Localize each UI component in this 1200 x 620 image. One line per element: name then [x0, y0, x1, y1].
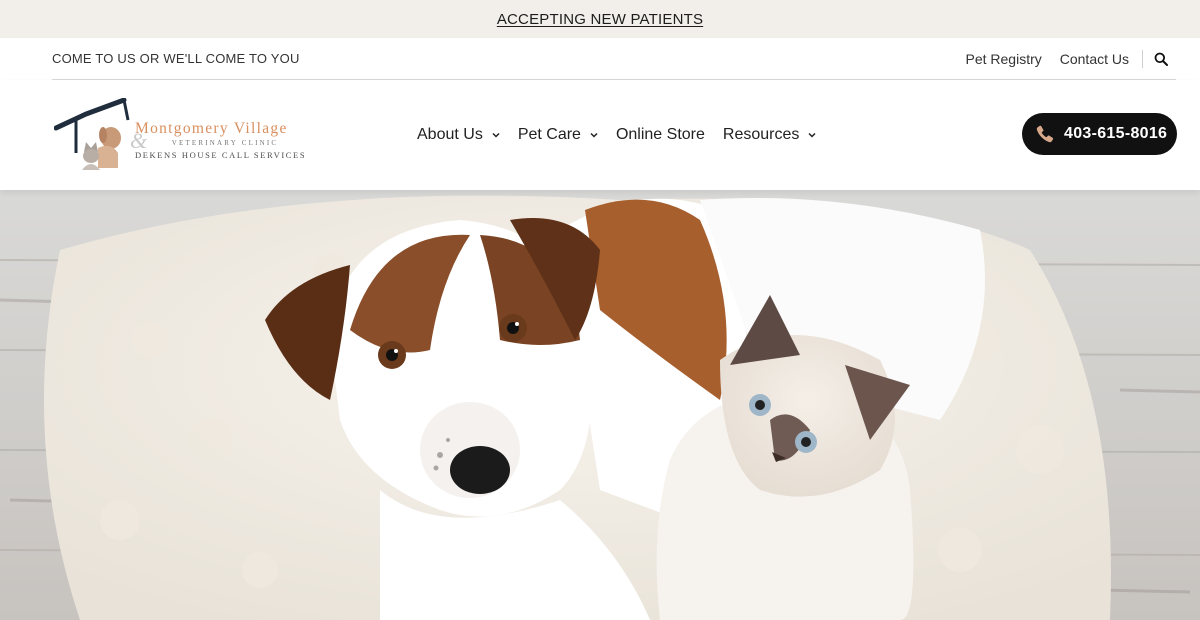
- nav-online-store[interactable]: Online Store: [616, 126, 705, 144]
- nav-pet-care[interactable]: Pet Care: [518, 126, 598, 144]
- nav-label: Online Store: [615, 126, 705, 143]
- hero-photo-illustration: [0, 190, 1200, 620]
- divider: [1142, 49, 1143, 68]
- nav-about-us[interactable]: About Us: [417, 126, 500, 144]
- accepting-new-patients-link[interactable]: ACCEPTING NEW PATIENTS: [497, 11, 703, 28]
- nav-label: About Us: [417, 126, 483, 143]
- nav-label: Resources: [722, 126, 800, 143]
- utility-links: Pet Registry Contact Us: [948, 38, 1177, 79]
- nav-resources[interactable]: Resources: [723, 126, 816, 144]
- logo[interactable]: Montgomery Village VETERINARY CLINIC DEK…: [54, 98, 324, 172]
- tagline: COME TO US OR WE'LL COME TO YOU: [52, 51, 300, 66]
- brand-subtitle: VETERINARY CLINIC: [171, 139, 279, 147]
- call-phone-button[interactable]: 403-615-8016: [1022, 113, 1177, 155]
- primary-nav: About Us Pet Care Online Store Resources: [417, 80, 834, 190]
- announcement-bar: ACCEPTING NEW PATIENTS: [0, 0, 1200, 38]
- logo-mark-icon: [54, 98, 130, 170]
- chevron-down-icon: [808, 131, 816, 139]
- main-header: Montgomery Village VETERINARY CLINIC DEK…: [0, 80, 1200, 190]
- nav-label: Pet Care: [517, 126, 581, 143]
- phone-number: 403-615-8016: [1064, 125, 1168, 142]
- logo-text: Montgomery Village VETERINARY CLINIC DEK…: [135, 120, 325, 160]
- hero-image: [0, 190, 1200, 620]
- contact-us-link[interactable]: Contact Us: [1060, 51, 1129, 67]
- brand-secondary: DEKENS HOUSE CALL SERVICES: [135, 150, 307, 160]
- chevron-down-icon: [590, 131, 598, 139]
- pet-registry-link[interactable]: Pet Registry: [966, 51, 1042, 67]
- brand-ampersand: &: [130, 128, 148, 153]
- chevron-down-icon: [492, 131, 500, 139]
- search-icon[interactable]: [1152, 50, 1170, 68]
- phone-icon: [1035, 124, 1055, 144]
- utility-bar: COME TO US OR WE'LL COME TO YOU Pet Regi…: [52, 38, 1176, 80]
- brand-name: Montgomery Village: [135, 120, 288, 137]
